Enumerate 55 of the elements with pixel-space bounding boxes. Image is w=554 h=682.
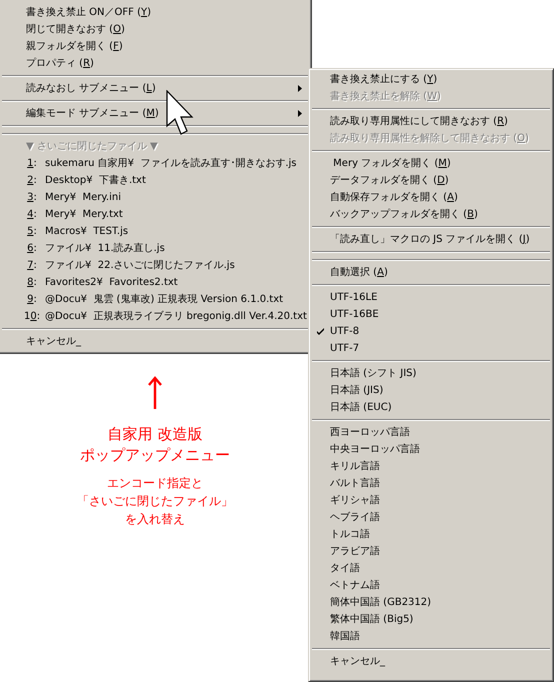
menu-item[interactable]: 自動保存フォルダを開く (A) [330,190,551,205]
menu-item[interactable]: 「読み直し」マクロの JS ファイルを開く (J) [330,232,551,247]
recent-file-item[interactable]: 6: ファイル¥ 11.読み直し.js [19,241,311,256]
menu-item[interactable]: UTF-8 [330,324,551,339]
recent-file-item[interactable]: 1: sukemaru 自家用¥ ファイルを読み直す･開きなおす.js [19,156,311,171]
annotation-note: 「さいごに閉じたファイル」 [77,493,233,510]
recent-file-item[interactable]: 10: @Docu¥ 正規表現ライブラリ bregonig.dll Ver.4.20.txt [19,309,311,324]
annotation-title: ポップアップメニュー [80,445,230,466]
recent-file-item[interactable]: 4: Mery¥ Mery.txt [19,207,311,222]
recent-file-item[interactable]: 3: Mery¥ Mery.ini [19,190,311,205]
recent-file-item[interactable]: 9: @Docu¥ 鬼雲 (鬼車改) 正規表現 Version 6.1.0.txt [19,292,311,307]
menu-item[interactable]: UTF-16BE [330,307,551,322]
submenu-arrow-icon [298,110,302,117]
recent-file-item[interactable]: 5: Macros¥ TEST.js [19,224,311,239]
submenu-item[interactable]: 編集モード サブメニュー (M) [26,106,298,121]
menu-item[interactable]: キャンセル_ [26,334,311,349]
menu-item[interactable]: 中央ヨーロッパ言語 [330,442,551,457]
menu-item[interactable]: アラビア語 [330,544,551,559]
menu-item[interactable]: 日本語 (JIS) [330,383,551,398]
recent-file-item[interactable]: 8: Favorites2¥ Favorites2.txt [19,275,311,290]
submenu-item[interactable]: 読みなおし サブメニュー (L) [26,81,298,96]
menu-item[interactable]: キャンセル_ [330,654,551,669]
menu-item[interactable]: UTF-16LE [330,290,551,305]
annotation-title: 自家用 改造版 [108,424,202,445]
recent-file-item[interactable]: 2: Desktop¥ 下書き.txt [19,173,311,188]
menu-item[interactable]: ギリシャ語 [330,493,551,508]
menu-item[interactable]: 自動選択 (A) [330,265,551,280]
menu-item[interactable]: プロパティ (R) [26,56,311,71]
menu-item[interactable]: 日本語 (EUC) [330,400,551,415]
menu-item[interactable]: 韓国語 [330,629,551,644]
annotation-note: エンコード指定と [107,475,203,492]
menu-item[interactable]: 繁体中国語 (Big5) [330,612,551,627]
menu-item[interactable]: 書き換え禁止にする (Y) [330,72,551,87]
menu-item[interactable]: ヘブライ語 [330,510,551,525]
menu-item[interactable]: バルト言語 [330,476,551,491]
menu-item[interactable]: 西ヨーロッパ言語 [330,425,551,440]
menu-item[interactable]: 読み取り専用属性にして開きなおす (R) [330,114,551,129]
menu-item[interactable]: 親フォルダを開く (F) [26,39,311,54]
menu-item[interactable]: ベトナム語 [330,578,551,593]
menu-item[interactable]: データフォルダを開く (D) [330,173,551,188]
annotation-note: を入れ替え [125,511,185,528]
recent-file-item[interactable]: 7: ファイル¥ 22.さいごに閉じたファイル.js [19,258,311,273]
mouse-pointer-icon [166,90,196,138]
menu-item[interactable]: キリル言語 [330,459,551,474]
up-arrow-icon [148,376,162,410]
menu-item[interactable]: UTF-7 [330,341,551,356]
submenu-arrow-icon [298,85,302,92]
menu-item[interactable]: 書き換え禁止 ON／OFF (Y) [26,5,311,20]
menu-item[interactable]: バックアップフォルダを開く (B) [330,207,551,222]
menu-item[interactable]: Mery フォルダを開く (M) [330,156,551,171]
menu-item[interactable]: トルコ語 [330,527,551,542]
menu-item[interactable]: 日本語 (シフト JIS) [330,366,551,381]
menu-item[interactable]: 閉じて開きなおす (O) [26,22,311,37]
menu-item[interactable]: 簡体中国語 (GB2312) [330,595,551,610]
menu-item[interactable]: タイ語 [330,561,551,576]
